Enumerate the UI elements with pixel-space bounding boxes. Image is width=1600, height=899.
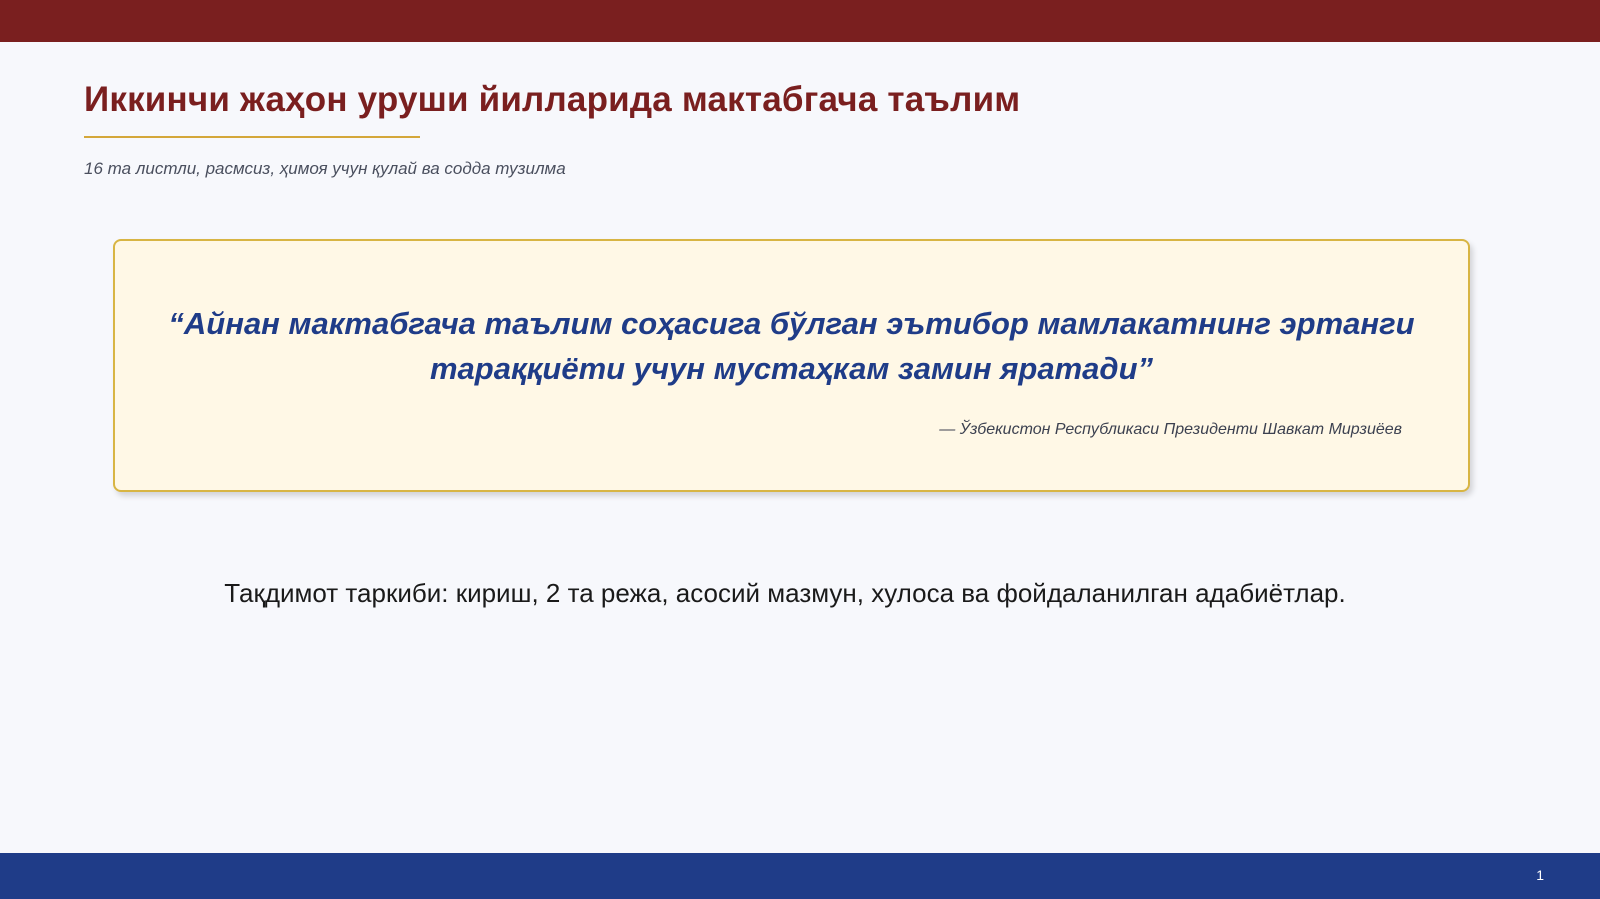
bottom-bar: 1 [0,853,1600,899]
quote-text: “Айнан мактабгача таълим соҳасига бўлган… [168,306,1415,386]
title-underline [84,136,420,138]
quote-author: — Ўзбекистон Республикаси Президенти Шав… [939,421,1402,438]
top-bar [0,0,1600,42]
quote-box: “Айнан мактабгача таълим соҳасига бўлган… [113,239,1470,492]
page-number: 1 [1536,867,1544,883]
slide-title: Иккинчи жаҳон уруши йилларида мактабгача… [84,80,1021,119]
slide-subtitle: 16 та листли, расмсиз, ҳимоя учун қулай … [84,159,566,178]
presentation-structure: Тақдимот таркиби: кириш, 2 та режа, асос… [224,578,1346,608]
